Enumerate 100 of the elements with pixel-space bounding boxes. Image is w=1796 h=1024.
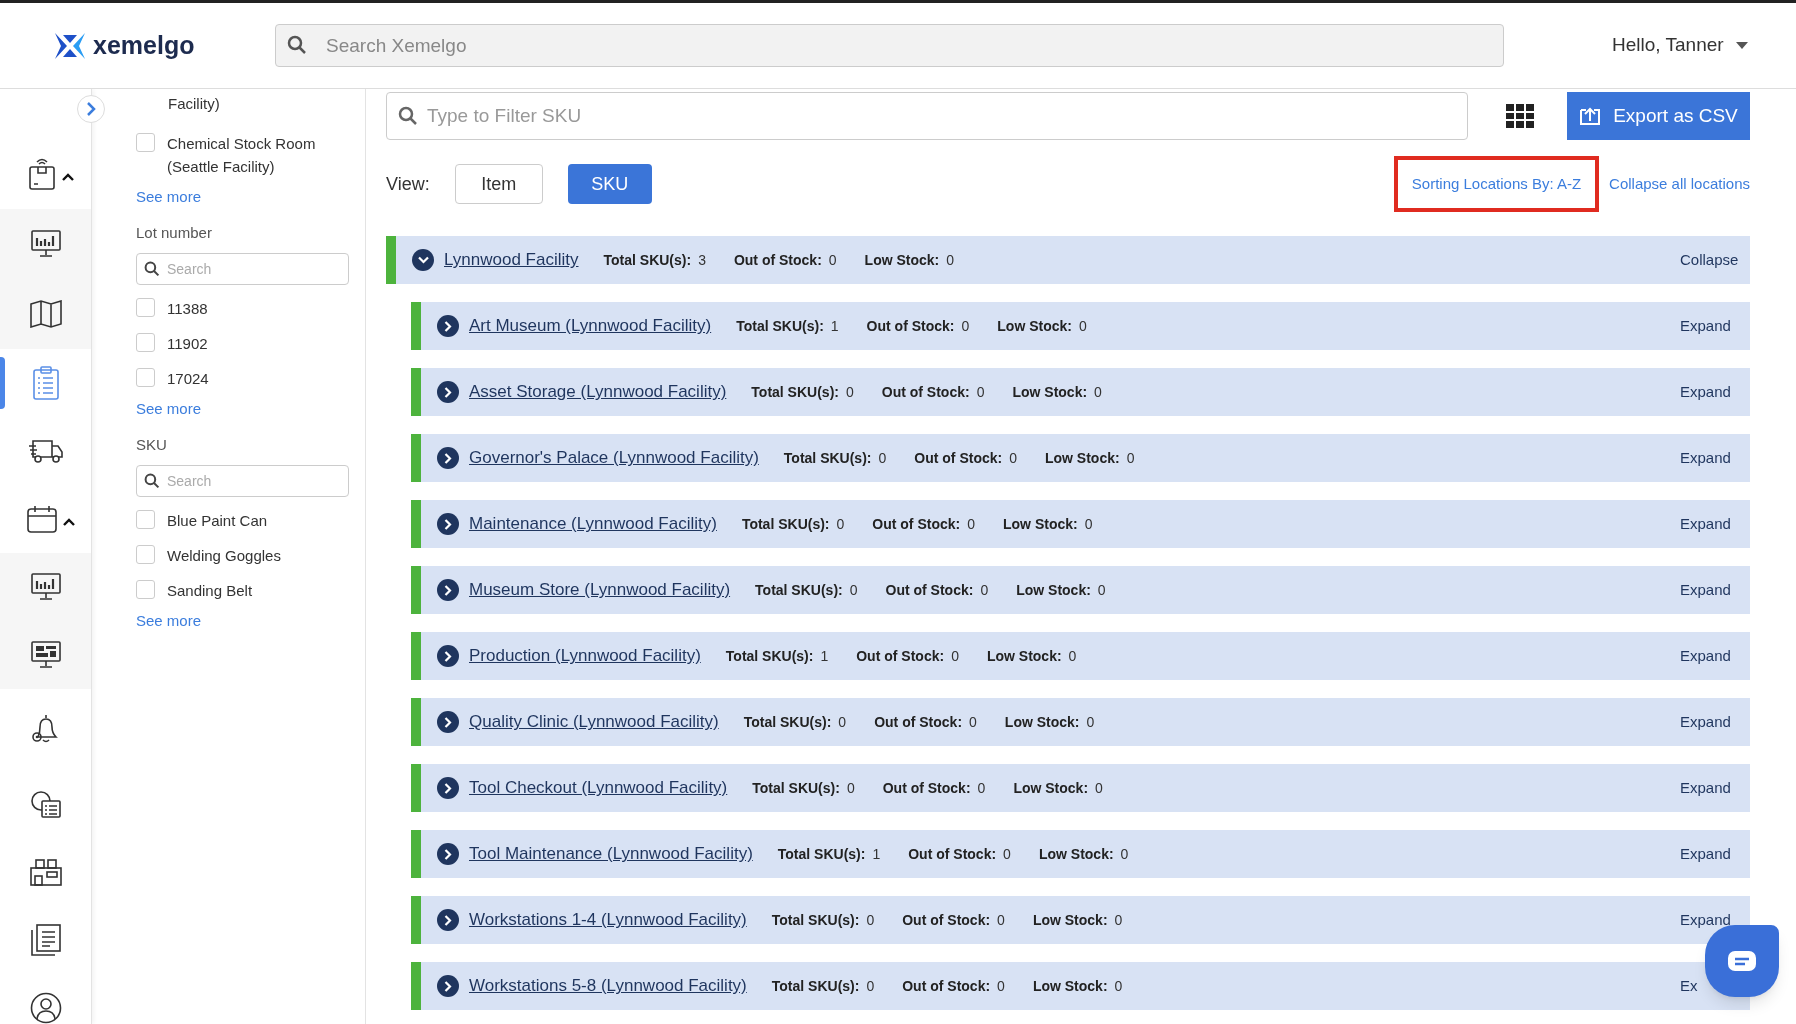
expand-sidebar-button[interactable] [77,95,105,123]
stat-value: 0 [849,580,858,600]
expand-link[interactable]: Ex [1680,977,1698,994]
filter-search-field[interactable]: Search [136,464,349,497]
user-greeting[interactable]: Hello, Tanner [1612,31,1724,60]
caret-icon[interactable] [1735,41,1748,50]
stat-label: Total SKU(s): [741,514,830,534]
stat-label: Out of Stock: [882,778,971,798]
location-link[interactable]: Governor's Palace (Lynnwood Facility) [469,445,759,471]
nav-item[interactable] [0,279,91,349]
nav-item[interactable] [0,621,91,689]
export-button[interactable]: Export as CSV [1567,92,1750,140]
location-link[interactable]: Asset Storage (Lynnwood Facility) [469,379,727,405]
stat-value: 1 [830,316,839,336]
expand-toggle[interactable] [437,381,459,403]
stat-value: 0 [845,382,854,402]
checkbox[interactable] [136,132,155,152]
collapse-link[interactable]: Collapse [1680,251,1739,268]
expand-link[interactable]: Expand [1680,713,1731,730]
expand-toggle[interactable] [437,909,459,931]
view-toggle[interactable]: Item [454,164,543,204]
stat-label: Out of Stock: [872,514,961,534]
location-link[interactable]: Quality Clinic (Lynnwood Facility) [469,709,719,735]
view-toggle[interactable]: SKU [567,164,652,204]
checkbox[interactable] [136,544,155,564]
location-link[interactable]: Art Museum (Lynnwood Facility) [469,313,712,339]
stat-label: Total SKU(s): [725,646,814,666]
see-more-link[interactable]: See more [136,609,202,632]
filter-option-label: Chemical Stock Room (Seattle Facility) [167,133,317,177]
expand-link[interactable]: Expand [1680,647,1731,664]
stat-label: Out of Stock: [866,316,955,336]
stat-value: 0 [961,316,970,336]
location-link[interactable]: Production (Lynnwood Facility) [469,643,701,669]
search-field[interactable]: Search Xemelgo [275,24,1504,67]
expand-toggle[interactable] [437,579,459,601]
export-icon [1579,106,1602,126]
stat-label: Total SKU(s): [603,250,692,270]
stat-value: 0 [866,910,875,930]
location-link[interactable]: Maintenance (Lynnwood Facility) [469,511,717,537]
checkbox[interactable] [136,579,155,599]
active-indicator [0,357,5,409]
expand-toggle[interactable] [437,975,459,997]
grid-icon [1506,104,1534,128]
expand-link[interactable]: Expand [1680,581,1731,598]
chevron-right-icon [444,914,452,926]
expand-link[interactable]: Expand [1680,779,1731,796]
nav-item[interactable] [0,209,91,279]
location-link[interactable]: Tool Checkout (Lynnwood Facility) [469,775,728,801]
search-icon [144,472,160,489]
see-more-link[interactable]: See more [136,397,202,420]
expand-link[interactable]: Expand [1680,383,1731,400]
search-icon [398,106,418,126]
filter-search-field[interactable]: Search [136,252,349,285]
stat-label: Low Stock: [1044,448,1120,468]
chevron-down-icon [417,256,429,264]
expand-toggle[interactable] [437,513,459,535]
nav-item[interactable] [0,553,91,621]
stat-value: 0 [1114,910,1123,930]
expand-toggle[interactable] [437,777,459,799]
see-more-link[interactable]: See more [136,185,202,208]
expand-toggle[interactable] [437,843,459,865]
filter-field[interactable]: Type to Filter SKU [386,92,1468,140]
stat-value: 0 [1097,580,1106,600]
nav-item[interactable] [0,973,91,1024]
stat-label: Out of Stock: [881,382,970,402]
stat-value: 0 [846,778,855,798]
expand-link[interactable]: Expand [1680,449,1731,466]
collapse-all-link[interactable]: Collapse all locations [1609,172,1750,196]
checkbox[interactable] [136,509,155,529]
expand-link[interactable]: Expand [1680,845,1731,862]
expand-link[interactable]: Expand [1680,515,1731,532]
nav-item[interactable] [0,485,91,553]
location-link[interactable]: Lynnwood Facility [444,247,579,273]
chevron-right-icon [444,320,452,332]
stat-label: Total SKU(s): [771,910,860,930]
location-link[interactable]: Workstations 5-8 (Lynnwood Facility) [469,973,747,999]
expand-toggle[interactable] [437,315,459,337]
location-link[interactable]: Museum Store (Lynnwood Facility) [469,577,731,603]
stat-label: Low Stock: [997,316,1072,336]
location-link[interactable]: Tool Maintenance (Lynnwood Facility) [469,841,753,867]
location-link[interactable]: Workstations 1-4 (Lynnwood Facility) [469,907,747,933]
nav-item[interactable] [0,139,91,209]
clipboard-icon [32,366,59,400]
collapse-toggle[interactable] [412,249,434,271]
stat-label: Total SKU(s): [751,382,839,402]
chevron-right-icon [444,716,452,728]
stat-value: 0 [836,514,845,534]
highlighted-sort-link[interactable]: Sorting Locations By: A-Z [1393,155,1600,213]
expand-toggle[interactable] [437,711,459,733]
checkbox[interactable] [136,367,155,387]
view-label: View: [386,172,430,196]
stat-value: 0 [946,250,955,270]
expand-link[interactable]: Expand [1680,317,1731,334]
checkbox[interactable] [136,332,155,352]
stat-value: 0 [1068,646,1077,666]
stat-label: Out of Stock: [914,448,1003,468]
expand-toggle[interactable] [437,447,459,469]
expand-link[interactable]: Expand [1680,911,1731,928]
checkbox[interactable] [136,297,155,317]
expand-toggle[interactable] [437,645,459,667]
